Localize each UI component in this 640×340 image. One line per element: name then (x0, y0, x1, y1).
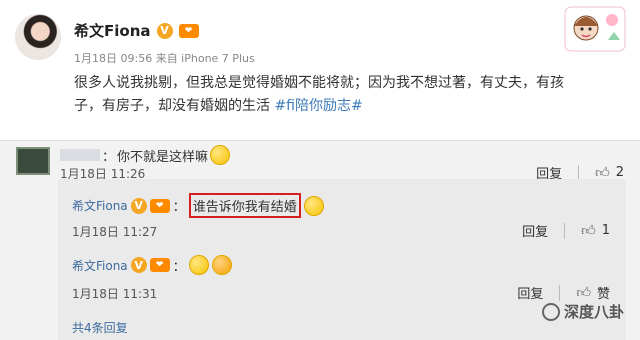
blushing-smiley-icon (211, 255, 232, 275)
smiley-icon (188, 255, 209, 275)
reply-author[interactable]: 希文Fiona (72, 197, 128, 214)
wechat-logo-icon (541, 302, 560, 321)
post-text-line1: 很多人说我挑剔，但我总是觉得婚姻不能将就；因为我不想过著，有丈夫，有孩 (74, 75, 564, 91)
highlighted-reply-text: 谁告诉你我有结婚 (188, 193, 301, 218)
verified-icon: V (130, 257, 147, 273)
like-count: 2 (615, 165, 624, 180)
verified-icon: V (156, 22, 173, 39)
vip-icon: ❤ (149, 198, 170, 213)
smiley-icon (210, 145, 231, 165)
post-text-line2: 子，有房子，却没有婚姻的生活 #fi陪你励志# (74, 95, 624, 118)
post-text-line2-prefix: 子，有房子，却没有婚姻的生活 (74, 98, 275, 114)
vip-icon: ❤ (178, 23, 199, 38)
reply-body: 希文Fiona V ❤ ： (72, 255, 232, 275)
cartoon-girl-sticker-icon (564, 6, 626, 52)
reply-time: 1月18日 11:27 (72, 225, 158, 239)
like-label[interactable]: 赞 (597, 283, 610, 302)
commenter-avatar[interactable] (16, 147, 50, 175)
comment-body: ： 你不就是这样嘛 (60, 145, 231, 165)
reply-item: 希文Fiona V ❤ ： 1月18日 11:31 回复 👍︎ 赞 (58, 255, 626, 303)
comment-text: 你不就是这样嘛 (117, 149, 209, 165)
post-text: 很多人说我挑剔，但我总是觉得婚姻不能将就；因为我不想过著，有丈夫，有孩 子，有房… (74, 72, 624, 118)
like-count: 1 (601, 223, 610, 238)
weibo-post: 希文Fiona V ❤ 1月18日 09:56 来自 iPhone 7 Plus… (0, 0, 640, 140)
more-replies-link[interactable]: 共4条回复 (72, 319, 128, 336)
thumbs-up-icon[interactable]: 👍︎ (581, 222, 596, 239)
reply-button[interactable]: 回复 (522, 221, 548, 240)
reply-thread: 希文Fiona V ❤ ： 谁告诉你我有结婚 1月18日 11:27 回复 👍︎… (58, 179, 626, 340)
author-line: 希文Fiona V ❤ (74, 20, 199, 41)
reply-author[interactable]: 希文Fiona (72, 257, 128, 274)
post-meta: 1月18日 09:56 来自 iPhone 7 Plus (74, 52, 255, 65)
hashtag-link[interactable]: #fi陪你励志# (274, 98, 362, 114)
author-name[interactable]: 希文Fiona (74, 20, 151, 41)
reply-separator: ： (172, 200, 186, 215)
reply-time: 1月18日 11:31 (72, 287, 158, 301)
thumbs-up-icon[interactable]: 👍︎ (576, 284, 591, 301)
smiley-icon (303, 195, 324, 216)
reply-body: 希文Fiona V ❤ ： 谁告诉你我有结婚 (72, 193, 324, 218)
divider (559, 284, 561, 301)
comment-separator: ： (102, 149, 116, 165)
comment-section: ： 你不就是这样嘛 1月18日 11:26 回复 👍︎ 2 希文Fiona V … (0, 140, 640, 340)
watermark: 深度八卦 (541, 301, 624, 322)
vip-icon: ❤ (149, 258, 170, 272)
comment-item: ： 你不就是这样嘛 1月18日 11:26 回复 👍︎ 2 (0, 141, 640, 182)
reply-item: 希文Fiona V ❤ ： 谁告诉你我有结婚 1月18日 11:27 回复 👍︎… (58, 193, 626, 241)
reply-actions: 回复 👍︎ 1 (522, 221, 610, 240)
divider (564, 222, 566, 239)
verified-icon: V (130, 197, 147, 214)
watermark-text: 深度八卦 (563, 303, 624, 321)
commenter-name-blurred[interactable] (60, 149, 100, 161)
reply-button[interactable]: 回复 (517, 283, 543, 302)
reply-actions: 回复 👍︎ 赞 (517, 283, 610, 302)
reply-separator: ： (172, 259, 186, 275)
author-avatar[interactable] (15, 14, 61, 60)
